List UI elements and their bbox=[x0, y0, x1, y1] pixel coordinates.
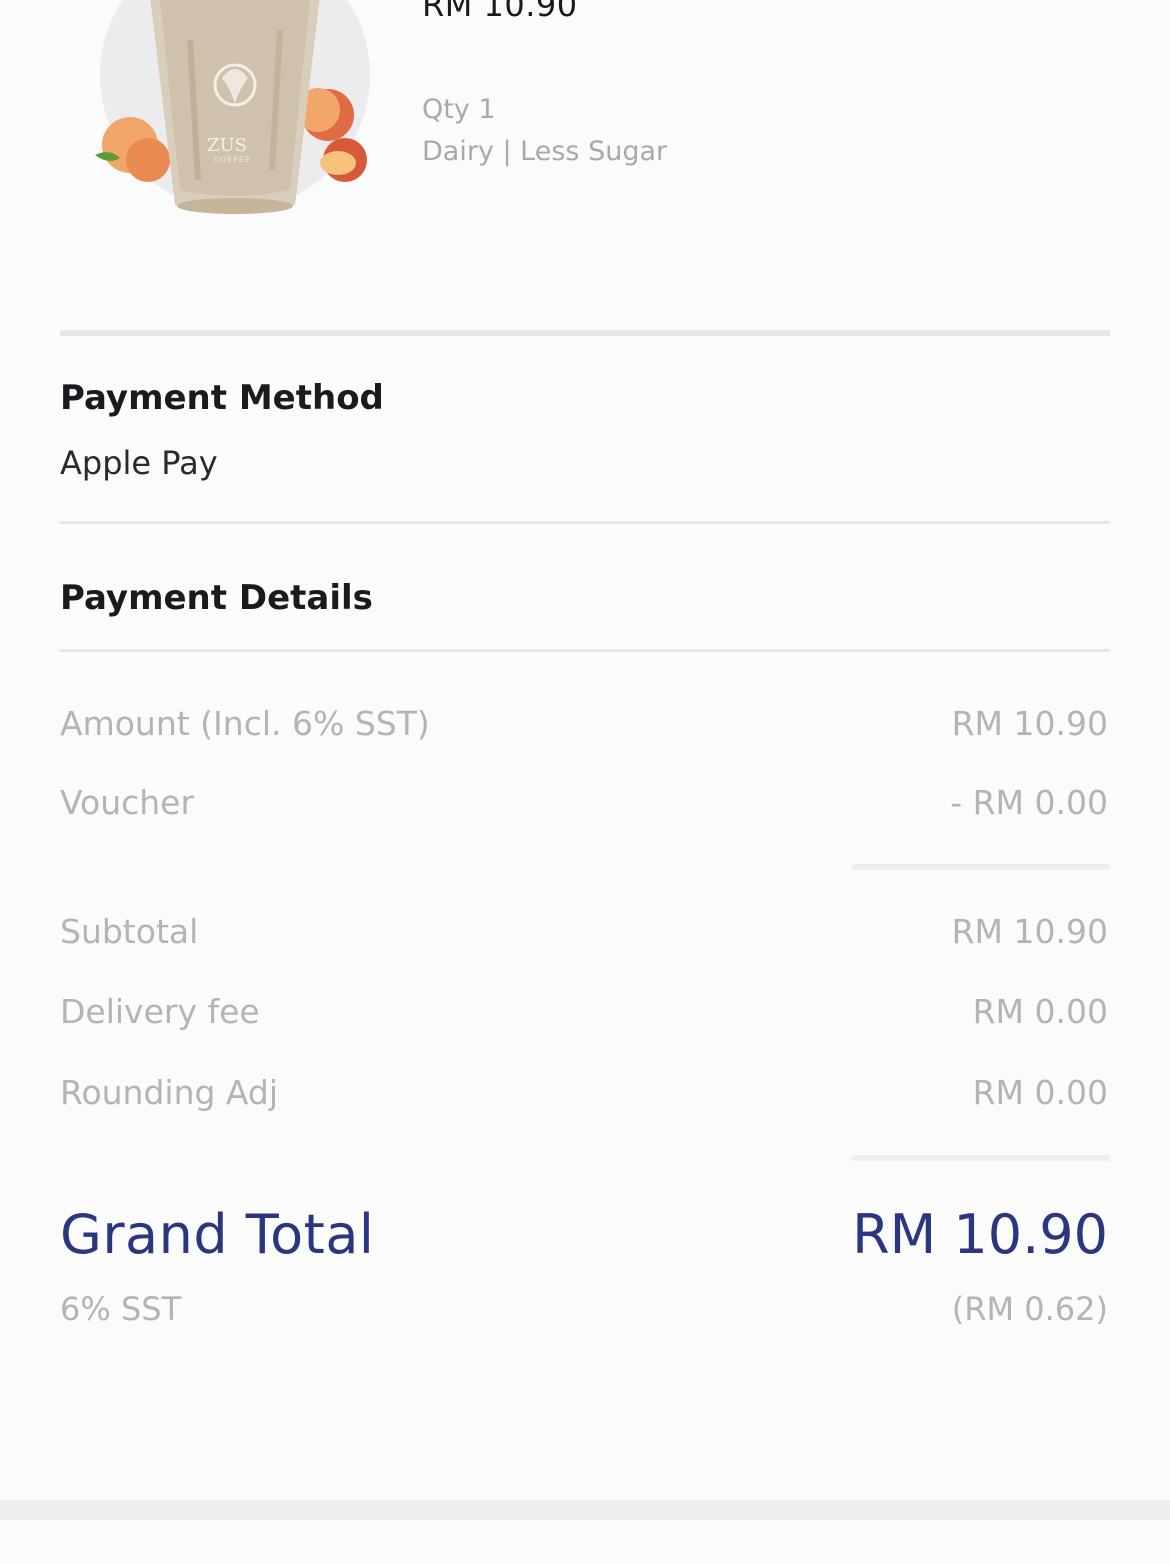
payment-method-value: Apple Pay bbox=[60, 444, 218, 482]
voucher-value: - RM 0.00 bbox=[950, 783, 1108, 822]
section-divider bbox=[60, 649, 1110, 652]
bottom-area bbox=[0, 1520, 1170, 1564]
product-options: Dairy | Less Sugar bbox=[422, 136, 668, 167]
rounding-adj-value: RM 0.00 bbox=[972, 1073, 1108, 1112]
sst-value: (RM 0.62) bbox=[951, 1290, 1108, 1328]
payment-details-title: Payment Details bbox=[60, 578, 373, 618]
bottom-separator bbox=[0, 1500, 1170, 1520]
amount-value: RM 10.90 bbox=[951, 704, 1108, 743]
brand-logo-text: ZUS bbox=[207, 135, 248, 156]
rounding-adj-label: Rounding Adj bbox=[60, 1073, 279, 1112]
section-divider bbox=[60, 330, 1110, 336]
product-image bbox=[90, 0, 380, 240]
subtotal-divider bbox=[852, 864, 1110, 870]
total-divider bbox=[852, 1155, 1110, 1161]
voucher-label: Voucher bbox=[60, 783, 195, 822]
section-divider bbox=[60, 521, 1110, 524]
amount-label: Amount (Incl. 6% SST) bbox=[60, 704, 430, 743]
order-receipt-page: ZUS COFFEE RM 10.90 Qty 1 Dairy | Less S… bbox=[0, 0, 1170, 1564]
product-quantity: Qty 1 bbox=[422, 94, 496, 125]
drink-illustration-icon bbox=[95, 0, 370, 214]
subtotal-value: RM 10.90 bbox=[951, 912, 1108, 951]
payment-method-title: Payment Method bbox=[60, 378, 384, 418]
brand-logo-subtext: COFFEE bbox=[214, 156, 252, 164]
grand-total-label: Grand Total bbox=[60, 1203, 375, 1266]
delivery-fee-label: Delivery fee bbox=[60, 992, 260, 1031]
sst-label: 6% SST bbox=[60, 1290, 182, 1328]
product-price: RM 10.90 bbox=[422, 0, 578, 24]
delivery-fee-value: RM 0.00 bbox=[972, 992, 1108, 1031]
grand-total-value: RM 10.90 bbox=[852, 1203, 1108, 1266]
subtotal-label: Subtotal bbox=[60, 912, 199, 951]
